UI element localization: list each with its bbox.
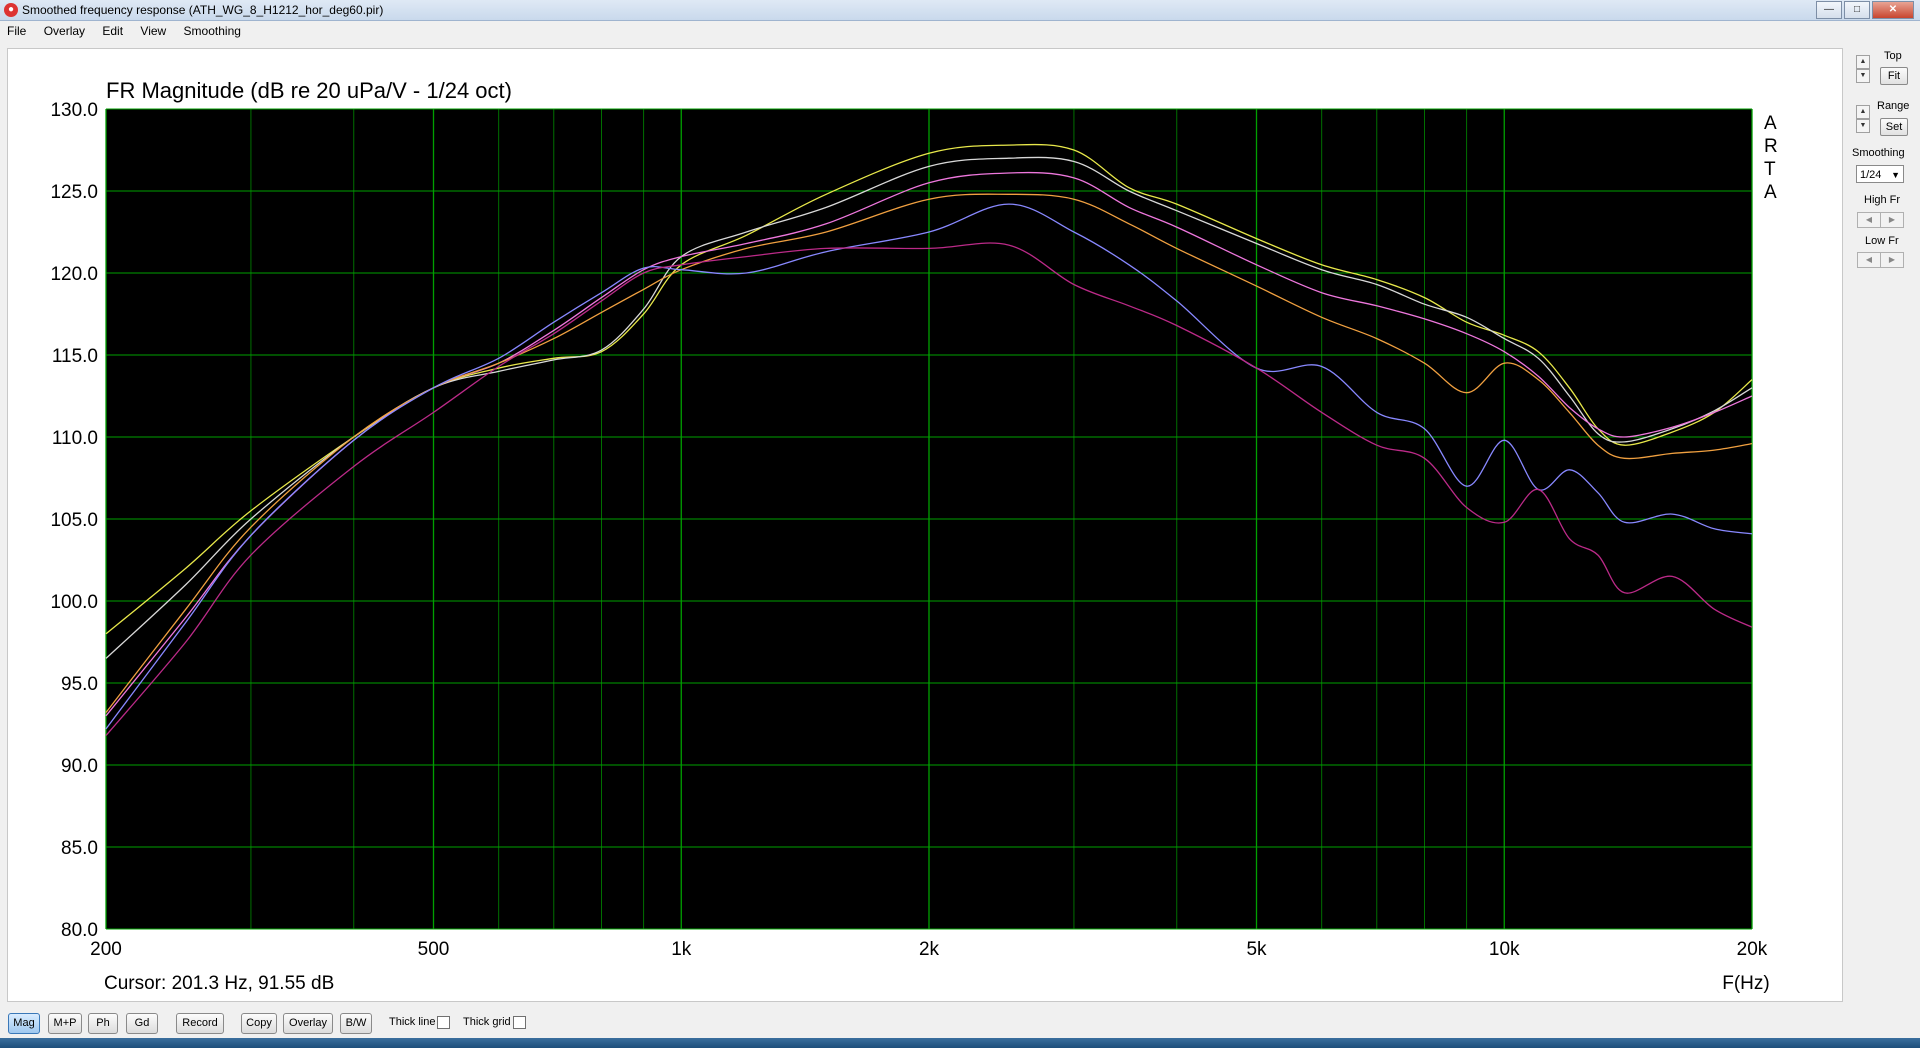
arta-app-icon: ● — [4, 3, 18, 17]
thick-grid-label: Thick grid — [463, 1016, 511, 1028]
minimize-button[interactable]: — — [1816, 1, 1842, 19]
y-tick-label-9: 85.0 — [61, 838, 98, 859]
watermark-letter-a2: A — [1764, 182, 1777, 203]
y-tick-label-10: 80.0 — [61, 920, 98, 941]
close-button[interactable]: ✕ — [1872, 1, 1914, 19]
menu-edit[interactable]: Edit — [95, 21, 130, 38]
bw-button[interactable]: B/W — [340, 1013, 372, 1034]
low-fr-left-button[interactable]: ◀ — [1857, 252, 1881, 268]
group-delay-button[interactable]: Gd — [126, 1013, 158, 1034]
menu-smoothing[interactable]: Smoothing — [177, 21, 248, 38]
smoothing-select-value: 1/24 — [1860, 169, 1882, 181]
bottom-toolbar: Mag M+P Ph Gd Record Copy Overlay B/W Th… — [0, 1004, 1920, 1038]
top-up-button[interactable]: ▲ — [1856, 55, 1870, 69]
smoothing-label: Smoothing — [1852, 147, 1905, 159]
cursor-readout: Cursor: 201.3 Hz, 91.55 dB — [104, 973, 334, 994]
y-tick-labels: 130.0 125.0 120.0 115.0 110.0 105.0 100.0 95.0 9… — [50, 100, 98, 941]
menu-bar: File Overlay Edit View Smoothing — [0, 21, 1920, 41]
low-fr-label: Low Fr — [1865, 235, 1899, 247]
y-tick-label-0: 130.0 — [50, 100, 98, 121]
watermark-letter-r: R — [1764, 136, 1778, 157]
range-up-button[interactable]: ▲ — [1856, 105, 1870, 119]
mag-button[interactable]: Mag — [8, 1013, 40, 1034]
x-axis-label: F(Hz) — [1722, 973, 1769, 994]
x-tick-label-2: 1k — [671, 939, 692, 960]
plot-panel: 130.0 125.0 120.0 115.0 110.0 105.0 100.0 95.0 9… — [7, 48, 1843, 1002]
top-label: Top — [1884, 50, 1902, 62]
x-tick-label-6: 20k — [1737, 939, 1768, 960]
window-titlebar: ● Smoothed frequency response (ATH_WG_8_… — [0, 0, 1920, 21]
watermark-letter-a1: A — [1764, 113, 1777, 134]
x-tick-labels: 200 500 1k 2k 5k 10k 20k — [90, 939, 1768, 960]
y-tick-label-1: 125.0 — [50, 182, 98, 203]
range-label: Range — [1877, 100, 1910, 112]
os-taskbar — [0, 1038, 1920, 1048]
x-tick-label-3: 2k — [919, 939, 940, 960]
chevron-down-icon: ▼ — [1891, 170, 1900, 180]
low-fr-right-button[interactable]: ▶ — [1880, 252, 1904, 268]
copy-button[interactable]: Copy — [241, 1013, 277, 1034]
y-tick-label-3: 115.0 — [52, 346, 98, 367]
top-down-button[interactable]: ▼ — [1856, 69, 1870, 83]
y-tick-label-8: 90.0 — [61, 756, 98, 777]
phase-button[interactable]: Ph — [88, 1013, 118, 1034]
thick-line-checkbox[interactable] — [437, 1016, 450, 1029]
y-tick-label-4: 110.0 — [52, 428, 98, 449]
mag-phase-button[interactable]: M+P — [48, 1013, 82, 1034]
menu-file[interactable]: File — [0, 21, 33, 38]
window-title: Smoothed frequency response (ATH_WG_8_H1… — [22, 3, 384, 17]
plot-title: FR Magnitude (dB re 20 uPa/V - 1/24 oct) — [106, 78, 512, 103]
menu-overlay[interactable]: Overlay — [37, 21, 92, 38]
record-button[interactable]: Record — [176, 1013, 224, 1034]
window-controls: — □ ✕ — [1816, 1, 1914, 19]
y-tick-label-2: 120.0 — [50, 264, 98, 285]
fit-button[interactable]: Fit — [1880, 67, 1908, 85]
watermark-letter-t: T — [1764, 159, 1776, 180]
overlay-button[interactable]: Overlay — [283, 1013, 333, 1034]
x-tick-label-0: 200 — [90, 939, 122, 960]
thick-line-label: Thick line — [389, 1016, 436, 1028]
frequency-response-chart[interactable]: 130.0 125.0 120.0 115.0 110.0 105.0 100.0 95.0 9… — [8, 49, 1842, 1001]
x-tick-label-4: 5k — [1246, 939, 1267, 960]
y-tick-label-6: 100.0 — [50, 592, 98, 613]
thick-grid-checkbox[interactable] — [513, 1016, 526, 1029]
high-fr-right-button[interactable]: ▶ — [1880, 212, 1904, 228]
high-fr-label: High Fr — [1864, 194, 1901, 206]
smoothing-select[interactable]: 1/24 ▼ — [1856, 165, 1904, 183]
y-tick-label-7: 95.0 — [61, 674, 98, 695]
side-control-panel: Top ▲ ▼ Fit Range ▲ ▼ Set Smoothing 1/24… — [1846, 48, 1920, 1000]
set-button[interactable]: Set — [1880, 118, 1908, 136]
high-fr-left-button[interactable]: ◀ — [1857, 212, 1881, 228]
menu-view[interactable]: View — [133, 21, 173, 38]
range-down-button[interactable]: ▼ — [1856, 119, 1870, 133]
x-tick-label-1: 500 — [418, 939, 450, 960]
y-tick-label-5: 105.0 — [50, 510, 98, 531]
maximize-button[interactable]: □ — [1844, 1, 1870, 19]
x-tick-label-5: 10k — [1489, 939, 1520, 960]
